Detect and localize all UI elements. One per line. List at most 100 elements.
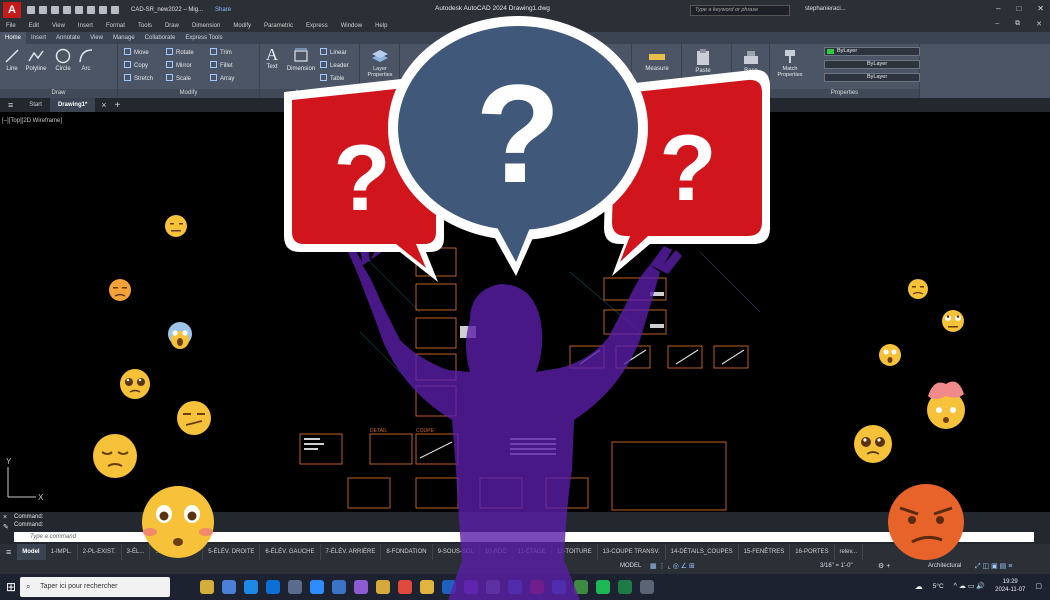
menu-item[interactable]: Format xyxy=(106,23,125,29)
layout-tab[interactable]: 7-ÉLÉV. ARRIÈRE xyxy=(321,544,382,560)
array-button[interactable]: Array xyxy=(210,74,234,82)
tab-manage[interactable]: Manage xyxy=(108,32,140,44)
polyline-button[interactable]: Polyline xyxy=(22,48,50,72)
file-tab-drawing1[interactable]: Drawing1* xyxy=(49,98,96,112)
autocad-icon[interactable] xyxy=(530,580,545,594)
grid-icon[interactable]: ▦ ⋮ ⌞ ◎ ∠ ⊞ xyxy=(650,562,695,570)
workspace-icon[interactable]: ⤢ ◫ ▣ ▤ ≡ xyxy=(975,562,1012,571)
tray-icons[interactable]: ^ ☁ ▭ 🔊 xyxy=(954,582,985,590)
layout-tab[interactable]: 2-PL-EXIST. xyxy=(78,544,122,560)
copilot-icon[interactable] xyxy=(222,580,237,594)
layout-tab-model[interactable]: Model xyxy=(17,544,46,560)
windows-start-icon[interactable]: ⊞ xyxy=(6,580,16,594)
app-icon[interactable] xyxy=(574,580,589,594)
layout-tab[interactable]: 6-ÉLÉV. GAUCHE xyxy=(260,544,321,560)
color-dropdown[interactable]: ByLayer xyxy=(824,47,920,56)
dimension-button[interactable]: Dimension xyxy=(284,48,318,72)
menu-hamburger-icon[interactable]: ≡ xyxy=(6,547,11,557)
menu-item[interactable]: Window xyxy=(341,23,362,29)
app-icon[interactable] xyxy=(376,580,391,594)
annotation-scale[interactable]: 3/16" = 1'-0" xyxy=(820,563,853,569)
circle-button[interactable]: Circle xyxy=(52,48,74,72)
layout-tab[interactable]: 9-SOUS-SOL xyxy=(433,544,480,560)
tab-express-tools[interactable]: Express Tools xyxy=(180,32,227,44)
weather-temp[interactable]: 5°C xyxy=(933,583,944,590)
menu-item[interactable]: File xyxy=(6,23,16,29)
menu-item[interactable]: Help xyxy=(375,23,387,29)
menu-item[interactable]: Parametric xyxy=(264,23,293,29)
stretch-button[interactable]: Stretch xyxy=(124,74,153,82)
layout-tab[interactable]: 16-PORTES xyxy=(790,544,835,560)
app-icon[interactable] xyxy=(354,580,369,594)
layout-tab[interactable]: 11-ÉTAGE xyxy=(513,544,552,560)
notification-icon[interactable]: ▢ xyxy=(1035,582,1042,590)
tab-home[interactable]: Home xyxy=(0,32,27,44)
edge-icon[interactable] xyxy=(244,580,259,594)
linetype-dropdown[interactable]: ByLayer xyxy=(824,60,920,69)
close-icon[interactable]: ✕ xyxy=(1037,4,1044,13)
file-tab-start[interactable]: Start xyxy=(21,98,50,112)
tab-annotate[interactable]: Annotate xyxy=(51,32,85,44)
app-icon[interactable] xyxy=(442,580,457,594)
word-icon[interactable] xyxy=(508,580,523,594)
wrench-icon[interactable]: ✎ xyxy=(3,523,9,531)
command-input[interactable]: Type a command xyxy=(14,532,1034,542)
layer-properties-button[interactable]: Layer Properties xyxy=(362,46,398,78)
copy-button[interactable]: Copy xyxy=(124,61,148,69)
undo-icon[interactable] xyxy=(99,6,107,14)
plot-icon[interactable] xyxy=(87,6,95,14)
app-icon[interactable] xyxy=(552,580,567,594)
menu-item[interactable]: Edit xyxy=(29,23,39,29)
close-icon[interactable]: ✕ xyxy=(1036,20,1042,28)
modify-panel-title[interactable]: Modify xyxy=(118,89,259,98)
app-icon[interactable] xyxy=(464,580,479,594)
layout-tab[interactable]: 14-DÉTAILS_COUPES xyxy=(666,544,739,560)
file-explorer-icon[interactable] xyxy=(420,580,435,594)
briefcase-icon[interactable] xyxy=(200,580,215,594)
linear-button[interactable]: Linear xyxy=(320,48,347,56)
line-button[interactable]: Line xyxy=(2,48,22,72)
new-tab-icon[interactable]: + xyxy=(115,100,121,111)
trim-button[interactable]: Trim xyxy=(210,48,232,56)
tab-view[interactable]: View xyxy=(85,32,108,44)
base-button[interactable]: Base xyxy=(736,48,766,74)
restore-icon[interactable]: ⧉ xyxy=(1015,20,1020,28)
share-button[interactable]: Share xyxy=(215,7,231,13)
app-icon[interactable] xyxy=(640,580,655,594)
app-icon[interactable] xyxy=(332,580,347,594)
fillet-button[interactable]: Fillet xyxy=(210,61,233,69)
menu-item[interactable]: Express xyxy=(306,23,328,29)
menu-item[interactable]: Tools xyxy=(138,23,152,29)
layout-tab[interactable]: 3-ÉL... xyxy=(122,544,151,560)
properties-panel-title[interactable]: Properties xyxy=(770,89,919,98)
layout-tab[interactable]: ...ÉLÉV. AVANT xyxy=(150,544,204,560)
menu-item[interactable]: Draw xyxy=(165,23,179,29)
menu-item[interactable]: Modify xyxy=(233,23,251,29)
search-input[interactable]: Type a keyword or phrase xyxy=(690,5,790,16)
arc-button[interactable]: Arc xyxy=(76,48,96,72)
teams-icon[interactable] xyxy=(266,580,281,594)
app-icon[interactable] xyxy=(486,580,501,594)
redo-icon[interactable] xyxy=(111,6,119,14)
zoom-icon[interactable] xyxy=(310,580,325,594)
layout-tab[interactable]: 1-IMPL. xyxy=(46,544,78,560)
measure-button[interactable]: Measure xyxy=(636,50,678,72)
minimize-icon[interactable]: – xyxy=(996,4,1000,13)
text-button[interactable]: A Text xyxy=(262,46,282,71)
close-icon[interactable]: × xyxy=(3,514,7,521)
taskbar-search[interactable]: ⌕ Taper ici pour rechercher xyxy=(20,577,171,597)
draw-panel-title[interactable]: Draw xyxy=(0,89,117,98)
model-space-toggle[interactable]: MODEL xyxy=(620,563,641,569)
maximize-icon[interactable]: □ xyxy=(1016,4,1021,13)
layout-tab[interactable]: 10-RDC xyxy=(480,544,513,560)
cloud-icon[interactable] xyxy=(75,6,83,14)
mirror-button[interactable]: Mirror xyxy=(166,61,192,69)
app-icon[interactable] xyxy=(288,580,303,594)
layout-tab[interactable]: relev... xyxy=(835,544,864,560)
paste-button[interactable]: Paste xyxy=(688,48,718,74)
rotate-button[interactable]: Rotate xyxy=(166,48,194,56)
menu-item[interactable]: Dimension xyxy=(192,23,220,29)
table-button[interactable]: Table xyxy=(320,74,344,82)
units-dropdown[interactable]: Architectural xyxy=(928,563,961,569)
spotify-icon[interactable] xyxy=(596,580,611,594)
